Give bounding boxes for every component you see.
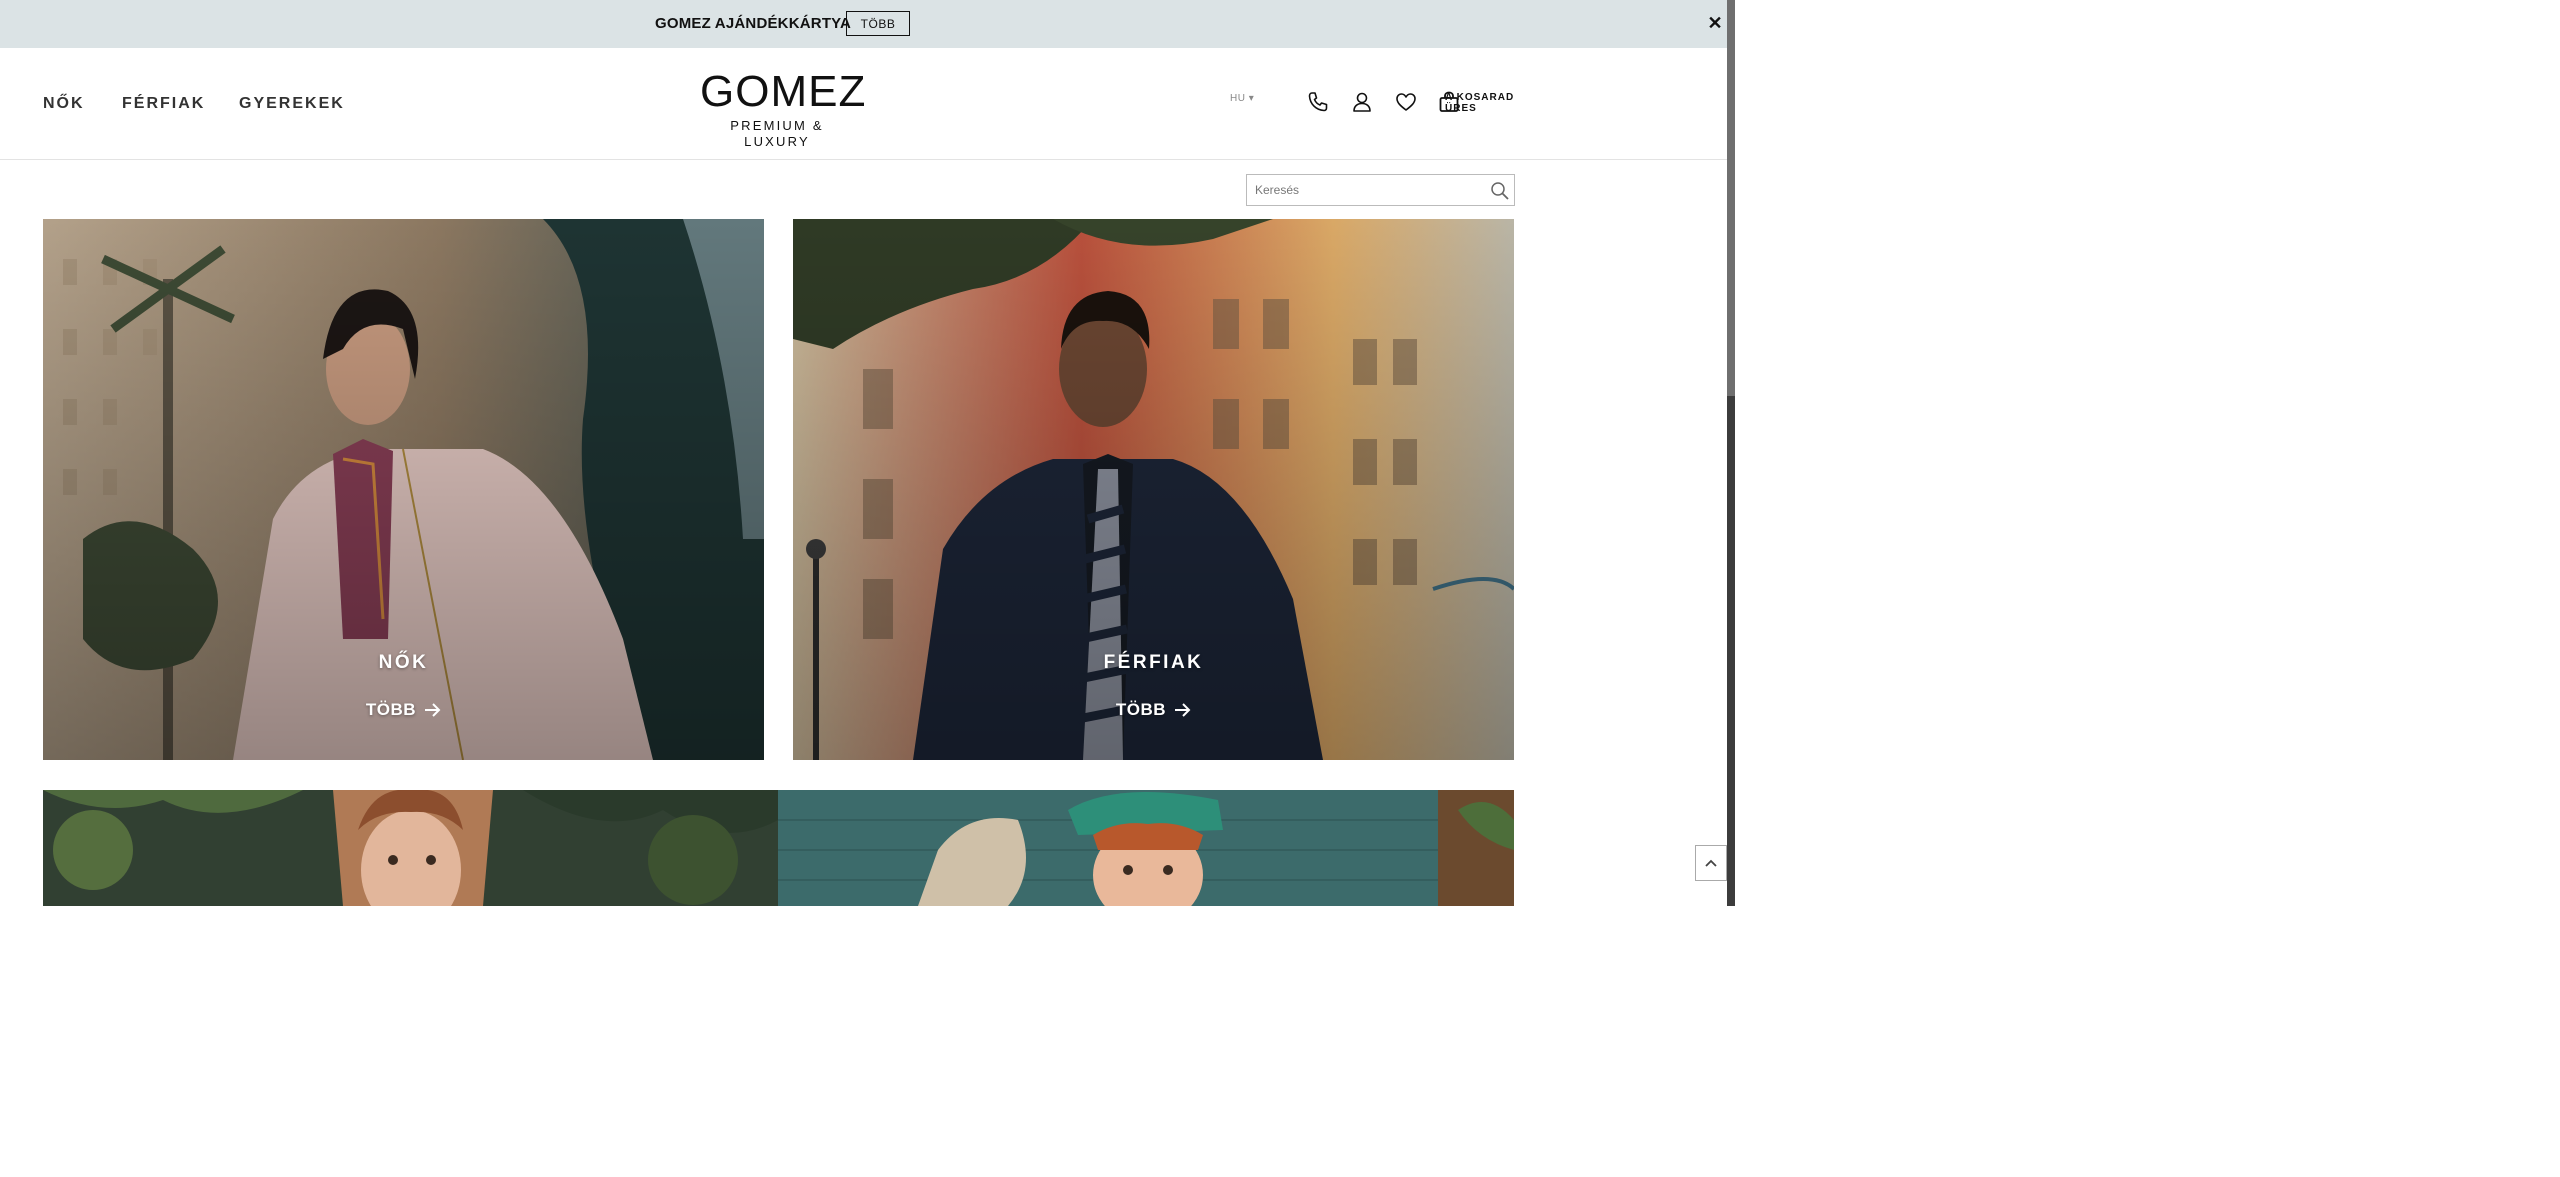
search-box (1246, 174, 1515, 206)
arrow-right-icon (1175, 703, 1191, 717)
category-tile-nok[interactable]: NŐK TÖBB (43, 219, 764, 760)
announcement-text: GOMEZ AJÁNDÉKKÁRTYA (655, 15, 852, 32)
phone-icon[interactable] (1306, 90, 1330, 114)
category-title-nok: NŐK (378, 652, 429, 673)
close-icon[interactable]: ✕ (1706, 14, 1724, 32)
category-image-boys (778, 790, 1514, 906)
cart-status-line2: ÜRES (1445, 103, 1477, 114)
logo-tagline: PREMIUM & LUXURY (730, 118, 824, 149)
category-image-nok (43, 219, 764, 760)
cart-status-line1: A KOSARAD (1445, 92, 1515, 103)
scroll-to-top-button[interactable] (1695, 845, 1727, 881)
heart-icon[interactable] (1394, 90, 1418, 114)
announcement-bar: GOMEZ AJÁNDÉKKÁRTYA TÖBB ✕ (0, 0, 1727, 48)
browser-viewport: GOMEZ AJÁNDÉKKÁRTYA TÖBB ✕ NŐK FÉRFIAK G… (0, 0, 1735, 906)
chevron-up-icon (1705, 859, 1717, 867)
category-more-link-nok[interactable]: TÖBB (43, 700, 764, 720)
category-more-label-ferfiak: TÖBB (1115, 700, 1167, 719)
scrollbar-thumb[interactable] (1727, 396, 1735, 906)
category-tile-boys[interactable] (778, 790, 1514, 906)
nav-item-nok[interactable]: NŐK (43, 95, 85, 113)
category-more-label-nok: TÖBB (365, 700, 417, 719)
category-tile-ferfiak[interactable]: FÉRFIAK TÖBB (793, 219, 1514, 760)
category-image-girls (43, 790, 778, 906)
category-image-ferfiak (793, 219, 1514, 760)
search-icon[interactable] (1490, 181, 1510, 201)
cart-status[interactable]: A KOSARAD ÜRES (1445, 92, 1514, 114)
search-input[interactable] (1247, 175, 1485, 205)
nav-item-gyerekek[interactable]: GYEREKEK (239, 95, 345, 113)
category-more-link-ferfiak[interactable]: TÖBB (793, 700, 1514, 720)
logo-wordmark: GOMEZ (700, 67, 867, 116)
account-icon[interactable] (1350, 90, 1374, 114)
category-tile-girls[interactable] (43, 790, 778, 906)
announcement-more-button[interactable]: TÖBB (846, 11, 910, 36)
site-logo[interactable]: GOMEZ PREMIUM & LUXURY (700, 67, 867, 150)
arrow-right-icon (425, 703, 441, 717)
nav-item-ferfiak[interactable]: FÉRFIAK (122, 95, 205, 113)
language-selector[interactable]: HU ▾ (1230, 93, 1254, 104)
category-title-ferfiak: FÉRFIAK (1103, 652, 1204, 673)
site-header: NŐK FÉRFIAK GYEREKEK GOMEZ PREMIUM & LUX… (0, 48, 1727, 160)
